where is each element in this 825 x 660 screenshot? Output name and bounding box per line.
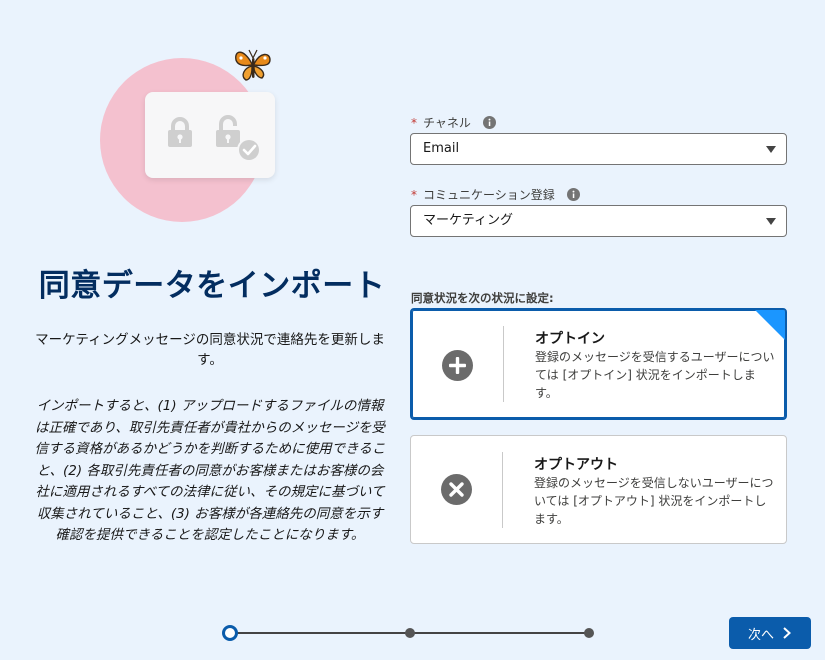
page-description: マーケティングメッセージの同意状況で連絡先を更新します。 bbox=[35, 332, 385, 368]
info-icon[interactable] bbox=[566, 188, 580, 201]
caret-down-icon bbox=[766, 146, 776, 153]
channel-select-value: Email bbox=[423, 141, 460, 156]
progress-step-3[interactable] bbox=[584, 628, 594, 638]
subscription-label: * コミュニケーション登録 bbox=[411, 186, 580, 203]
channel-select[interactable]: Email bbox=[410, 133, 787, 165]
info-icon[interactable] bbox=[482, 116, 496, 129]
consent-illustration bbox=[100, 44, 280, 226]
opt-in-title: オプトイン bbox=[535, 331, 605, 347]
option-divider bbox=[502, 452, 503, 528]
required-mark: * bbox=[411, 187, 417, 202]
option-divider bbox=[503, 326, 504, 402]
next-button[interactable]: 次へ bbox=[729, 617, 811, 649]
legal-notice: インポートすると、(1) アップロードするファイルの情報は正確であり、取引先責任… bbox=[34, 398, 386, 543]
required-mark: * bbox=[411, 115, 417, 130]
next-button-label: 次へ bbox=[747, 627, 774, 643]
butterfly-icon bbox=[235, 49, 271, 81]
unlock-check-icon bbox=[216, 115, 261, 162]
subscription-select[interactable]: マーケティング bbox=[410, 205, 787, 237]
page-title: 同意データをインポート bbox=[38, 268, 386, 304]
x-circle-icon bbox=[441, 474, 472, 505]
selected-corner-indicator bbox=[755, 310, 785, 340]
opt-out-description: 登録のメッセージを受信しないユーザーについては [オプトアウト] 状況をインポー… bbox=[534, 476, 774, 526]
lock-icon bbox=[168, 117, 192, 147]
channel-label-text: チャネル bbox=[423, 116, 471, 130]
opt-in-description: 登録のメッセージを受信するユーザーについては [オプトイン] 状況をインポートし… bbox=[535, 350, 775, 400]
progress-step-2[interactable] bbox=[405, 628, 415, 638]
step-progress bbox=[222, 624, 598, 642]
chevron-right-icon bbox=[783, 627, 791, 639]
opt-in-option[interactable]: オプトイン 登録のメッセージを受信するユーザーについては [オプトイン] 状況を… bbox=[410, 308, 787, 420]
consent-section-label: 同意状況を次の状況に設定: bbox=[411, 291, 554, 305]
progress-step-1[interactable] bbox=[222, 625, 238, 641]
channel-label: * チャネル bbox=[411, 114, 496, 131]
subscription-label-text: コミュニケーション登録 bbox=[423, 188, 555, 202]
subscription-select-value: マーケティング bbox=[423, 213, 513, 228]
plus-circle-icon bbox=[442, 350, 473, 381]
opt-out-option[interactable]: オプトアウト 登録のメッセージを受信しないユーザーについては [オプトアウト] … bbox=[410, 435, 787, 544]
opt-out-title: オプトアウト bbox=[534, 457, 618, 473]
caret-down-icon bbox=[766, 218, 776, 225]
